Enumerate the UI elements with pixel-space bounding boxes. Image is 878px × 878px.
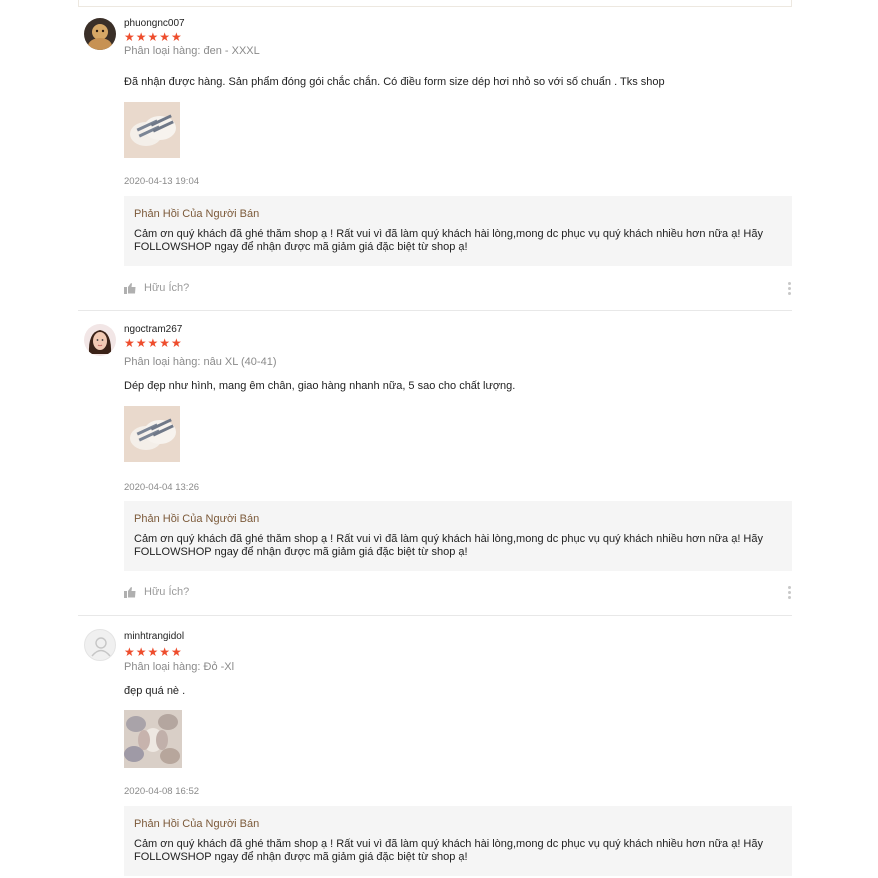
review-comment: Đã nhận được hàng. Sản phẩm đóng gói chắ… xyxy=(124,76,665,88)
previous-section-border xyxy=(78,0,792,7)
default-avatar-icon[interactable] xyxy=(84,629,116,661)
review-item: ngoctram267 ★★★★★ Phân loại hàng: nâu XL… xyxy=(78,310,792,614)
seller-reply-text: Cảm ơn quý khách đã ghé thăm shop ạ ! Rấ… xyxy=(134,228,782,254)
slippers-collage-photo-icon[interactable] xyxy=(124,710,182,768)
seller-reply-line: Cảm ơn quý khách đã ghé thăm shop ạ ! Rấ… xyxy=(134,228,763,240)
slipper-photo-icon[interactable] xyxy=(124,406,180,462)
seller-reply-title: Phản Hồi Của Người Bán xyxy=(134,818,260,830)
avatar-photo-icon[interactable] xyxy=(84,18,116,50)
helpful-label: Hữu Ích? xyxy=(144,586,190,598)
seller-reply: Phản Hồi Của Người Bán Cảm ơn quý khách … xyxy=(124,806,792,876)
seller-reply-title: Phản Hồi Của Người Bán xyxy=(134,513,260,525)
reviewer-username[interactable]: phuongnc007 xyxy=(124,18,185,29)
review-divider xyxy=(78,310,792,311)
rating-stars: ★★★★★ xyxy=(124,336,183,350)
avatar-photo-icon[interactable] xyxy=(84,324,116,356)
rating-stars: ★★★★★ xyxy=(124,645,183,659)
seller-reply-line: Cảm ơn quý khách đã ghé thăm shop ạ ! Rấ… xyxy=(134,838,763,850)
review-item: minhtrangidol ★★★★★ Phân loại hàng: Đỏ -… xyxy=(78,615,792,878)
helpful-button[interactable]: Hữu Ích? xyxy=(124,586,189,598)
helpful-button[interactable]: Hữu Ích? xyxy=(124,282,189,294)
reviewer-username[interactable]: minhtrangidol xyxy=(124,631,184,642)
seller-reply: Phản Hồi Của Người Bán Cảm ơn quý khách … xyxy=(124,196,792,266)
seller-reply-text: Cảm ơn quý khách đã ghé thăm shop ạ ! Rấ… xyxy=(134,838,782,864)
review-timestamp: 2020-04-13 19:04 xyxy=(124,176,200,187)
review-timestamp: 2020-04-04 13:26 xyxy=(124,482,200,493)
product-variant: Phân loại hàng: đen - XXXL xyxy=(124,45,260,57)
seller-reply-line: FOLLOWSHOP ngay để nhận được mã giảm giá… xyxy=(134,241,468,253)
seller-reply-text: Cảm ơn quý khách đã ghé thăm shop ạ ! Rấ… xyxy=(134,533,782,559)
review-timestamp: 2020-04-08 16:52 xyxy=(124,786,200,797)
more-options-icon[interactable] xyxy=(786,586,792,600)
seller-reply-title: Phản Hồi Của Người Bán xyxy=(134,208,260,220)
slipper-photo-icon[interactable] xyxy=(124,102,180,158)
rating-stars: ★★★★★ xyxy=(124,30,183,44)
product-variant: Phân loại hàng: Đỏ -Xl xyxy=(124,661,235,673)
seller-reply-line: Cảm ơn quý khách đã ghé thăm shop ạ ! Rấ… xyxy=(134,533,763,545)
helpful-label: Hữu Ích? xyxy=(144,282,190,294)
review-divider xyxy=(78,615,792,616)
seller-reply: Phản Hồi Của Người Bán Cảm ơn quý khách … xyxy=(124,501,792,571)
thumbs-up-icon xyxy=(124,586,136,598)
thumbs-up-icon xyxy=(124,282,136,294)
more-options-icon[interactable] xyxy=(786,282,792,296)
review-item: phuongnc007 ★★★★★ Phân loại hàng: đen - … xyxy=(78,18,792,308)
seller-reply-line: FOLLOWSHOP ngay để nhận được mã giảm giá… xyxy=(134,546,468,558)
seller-reply-line: FOLLOWSHOP ngay để nhận được mã giảm giá… xyxy=(134,851,468,863)
product-variant: Phân loại hàng: nâu XL (40-41) xyxy=(124,356,277,368)
reviewer-username[interactable]: ngoctram267 xyxy=(124,324,182,335)
review-comment: đẹp quá nè . xyxy=(124,685,186,697)
review-comment: Dép đẹp như hình, mang êm chân, giao hàn… xyxy=(124,380,516,392)
